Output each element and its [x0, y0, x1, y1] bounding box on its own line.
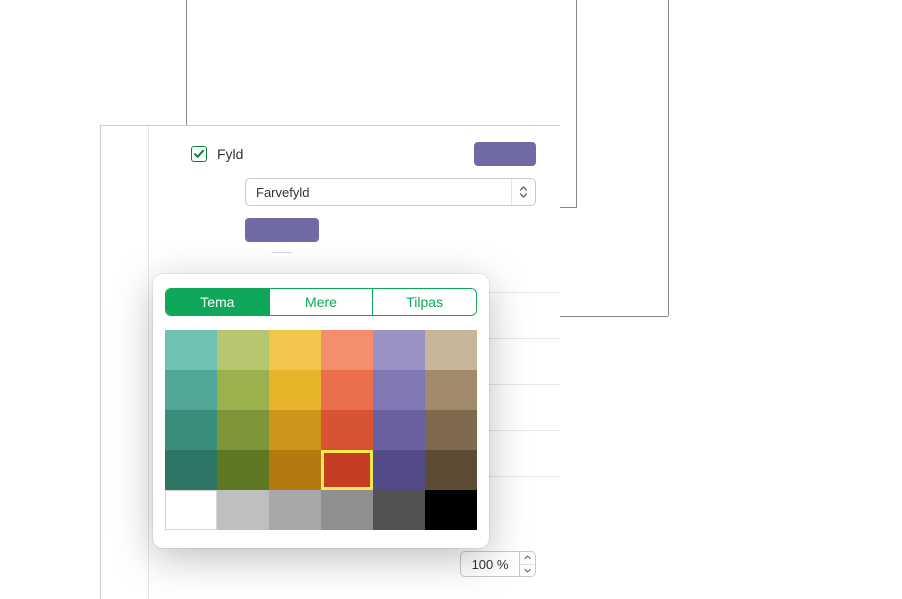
theme-swatch[interactable] — [425, 450, 477, 490]
inspector-content: Fyld Farvefyld — [149, 126, 560, 599]
tab-mere-label: Mere — [305, 294, 337, 310]
theme-swatch[interactable] — [373, 450, 425, 490]
tab-tema[interactable]: Tema — [166, 289, 270, 315]
theme-swatch[interactable] — [269, 490, 321, 530]
theme-swatch[interactable] — [217, 410, 269, 450]
opacity-input[interactable]: 100 % — [460, 551, 520, 577]
callout-line — [186, 0, 187, 126]
theme-swatch[interactable] — [321, 410, 373, 450]
fill-type-value: Farvefyld — [246, 185, 511, 200]
tab-tilpas[interactable]: Tilpas — [373, 289, 476, 315]
theme-swatch[interactable] — [217, 330, 269, 370]
theme-swatch[interactable] — [269, 370, 321, 410]
callout-line — [668, 0, 669, 316]
theme-swatch[interactable] — [165, 490, 217, 530]
theme-swatch[interactable] — [321, 370, 373, 410]
theme-swatch[interactable] — [425, 410, 477, 450]
fill-label: Fyld — [217, 146, 474, 162]
inspector-panel: Fyld Farvefyld — [100, 125, 560, 599]
fill-type-dropdown[interactable]: Farvefyld — [245, 178, 536, 206]
fill-checkbox[interactable] — [191, 146, 207, 162]
theme-swatch[interactable] — [217, 450, 269, 490]
theme-swatch[interactable] — [165, 370, 217, 410]
theme-swatch[interactable] — [321, 330, 373, 370]
fill-type-row: Farvefyld — [149, 176, 560, 216]
theme-swatch[interactable] — [165, 330, 217, 370]
theme-swatch[interactable] — [425, 490, 477, 530]
opacity-field: 100 % — [460, 551, 536, 577]
tab-mere[interactable]: Mere — [270, 289, 374, 315]
chevron-up-icon — [524, 555, 531, 560]
theme-swatch[interactable] — [321, 490, 373, 530]
theme-swatch[interactable] — [373, 370, 425, 410]
theme-swatch[interactable] — [425, 330, 477, 370]
theme-swatch[interactable] — [165, 410, 217, 450]
theme-swatch[interactable] — [269, 410, 321, 450]
theme-swatch[interactable] — [217, 490, 269, 530]
opacity-stepper — [520, 551, 536, 577]
dropdown-chevrons-icon — [511, 179, 535, 205]
theme-swatch[interactable] — [269, 450, 321, 490]
tab-tilpas-label: Tilpas — [406, 294, 443, 310]
panel-left-gutter — [101, 126, 149, 599]
theme-swatch[interactable] — [425, 370, 477, 410]
check-icon — [193, 148, 205, 160]
fill-row: Fyld — [149, 126, 560, 176]
tab-tema-label: Tema — [200, 294, 234, 310]
theme-swatch[interactable] — [373, 490, 425, 530]
stepper-down[interactable] — [520, 565, 535, 577]
color-well-row — [149, 216, 560, 242]
theme-swatch[interactable] — [269, 330, 321, 370]
stepper-up[interactable] — [520, 552, 535, 565]
theme-swatch[interactable] — [373, 330, 425, 370]
theme-swatch[interactable] — [321, 450, 373, 490]
popover-tabs: Tema Mere Tilpas — [165, 288, 477, 316]
theme-swatch[interactable] — [373, 410, 425, 450]
popover-notch-shadow — [271, 242, 293, 253]
callout-line — [576, 0, 577, 208]
chevron-down-icon — [524, 568, 531, 573]
color-popover: Tema Mere Tilpas — [153, 274, 489, 548]
current-fill-swatch[interactable] — [474, 142, 536, 166]
theme-swatch[interactable] — [217, 370, 269, 410]
color-well[interactable] — [245, 218, 319, 242]
theme-swatch[interactable] — [165, 450, 217, 490]
theme-swatch-grid — [165, 330, 477, 530]
